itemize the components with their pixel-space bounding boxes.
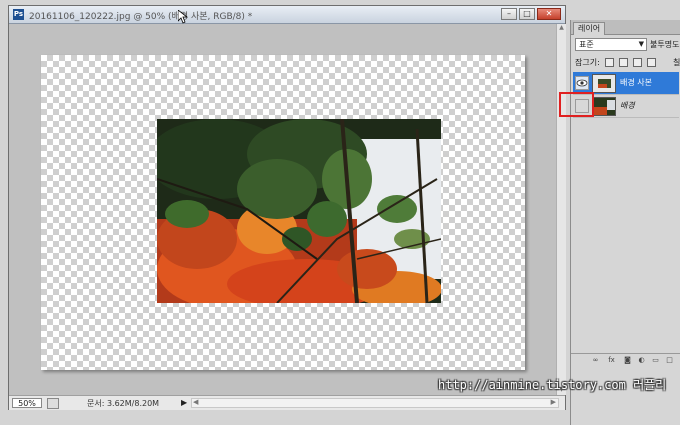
layer-thumbnail <box>592 74 616 93</box>
fx-icon[interactable]: fx <box>607 356 616 364</box>
document-canvas[interactable] <box>41 55 525 370</box>
status-info-icon[interactable] <box>47 398 59 409</box>
minimize-button[interactable]: – <box>501 8 517 20</box>
blend-mode-select[interactable]: 표준 ▼ <box>575 38 647 51</box>
layer-visibility-toggle[interactable] <box>575 76 589 90</box>
horizontal-scrollbar[interactable]: ◀ ▶ <box>191 398 559 408</box>
folder-icon[interactable]: ▭ <box>651 356 660 364</box>
document-window: Ps 20161106_120222.jpg @ 50% (배경 사본, RGB… <box>8 5 566 410</box>
maximize-icon: □ <box>523 9 531 18</box>
document-size: 문서: 3.62M/8.20M <box>87 399 160 408</box>
canvas-area[interactable] <box>9 24 556 395</box>
zoom-field[interactable]: 50% <box>12 398 42 408</box>
watermark: http://ainmine.tistory.com 러플리 <box>438 378 667 392</box>
lock-icon[interactable] <box>647 58 656 67</box>
layers-panel: 레이어 표준 ▼ 불투명도 잠그기: 칠 배경 사본 배경 ∞ fx ◙ ◐ ▭… <box>570 20 680 425</box>
lock-pixels-icon[interactable] <box>619 58 628 67</box>
status-menu-arrow-icon[interactable]: ▶ <box>181 398 187 407</box>
layer-name[interactable]: 배경 <box>620 100 635 111</box>
maximize-button[interactable]: □ <box>519 8 535 20</box>
minimize-icon: – <box>507 9 511 18</box>
lock-transparency-icon[interactable] <box>605 58 614 67</box>
blend-mode-value: 표준 <box>579 40 594 49</box>
photo-image <box>157 119 441 303</box>
tab-layers[interactable]: 레이어 <box>573 22 606 35</box>
scroll-left-icon[interactable]: ◀ <box>193 398 198 406</box>
opacity-label: 불투명도 <box>650 40 680 49</box>
close-icon: ✕ <box>545 9 553 18</box>
lock-position-icon[interactable] <box>633 58 642 67</box>
lock-label: 잠그기: <box>575 58 600 67</box>
ps-app-icon: Ps <box>13 9 24 20</box>
eye-icon <box>576 79 588 87</box>
status-bar: 50% 문서: 3.62M/8.20M ▶ ◀ ▶ <box>9 395 565 410</box>
layer-thumbnail <box>592 97 616 116</box>
document-title: 20161106_120222.jpg @ 50% (배경 사본, RGB/8)… <box>29 12 253 22</box>
close-button[interactable]: ✕ <box>537 8 561 20</box>
document-titlebar[interactable]: Ps 20161106_120222.jpg @ 50% (배경 사본, RGB… <box>9 6 565 24</box>
new-layer-icon[interactable]: □ <box>665 356 674 364</box>
mask-icon[interactable]: ◙ <box>623 356 632 364</box>
chevron-down-icon: ▼ <box>638 40 644 48</box>
panel-tabbar: 레이어 <box>571 20 680 35</box>
adjustment-icon[interactable]: ◐ <box>637 356 646 364</box>
mouse-cursor-icon <box>178 10 188 24</box>
lock-row: 잠그기: 칠 <box>575 57 680 69</box>
scroll-up-icon[interactable]: ▲ <box>557 24 566 33</box>
scroll-right-icon[interactable]: ▶ <box>551 398 556 406</box>
panel-footer: ∞ fx ◙ ◐ ▭ □ <box>571 353 680 366</box>
highlight-annotation <box>559 92 594 117</box>
layer-name[interactable]: 배경 사본 <box>620 77 652 88</box>
link-icon[interactable]: ∞ <box>591 356 600 364</box>
fill-label: 칠 <box>673 58 680 67</box>
vertical-scrollbar[interactable]: ▲ ▼ <box>556 24 566 395</box>
